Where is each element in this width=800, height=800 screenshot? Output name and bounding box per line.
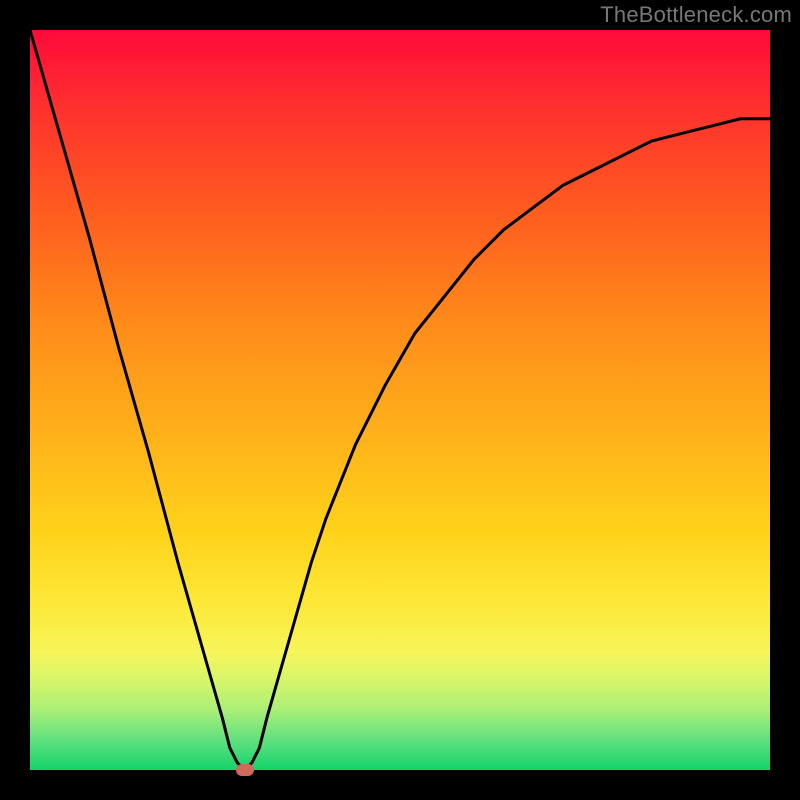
optimal-marker	[236, 764, 254, 776]
watermark-text: TheBottleneck.com	[600, 2, 792, 28]
curve-svg	[30, 30, 770, 770]
bottleneck-curve	[30, 30, 770, 770]
chart-frame: TheBottleneck.com	[0, 0, 800, 800]
